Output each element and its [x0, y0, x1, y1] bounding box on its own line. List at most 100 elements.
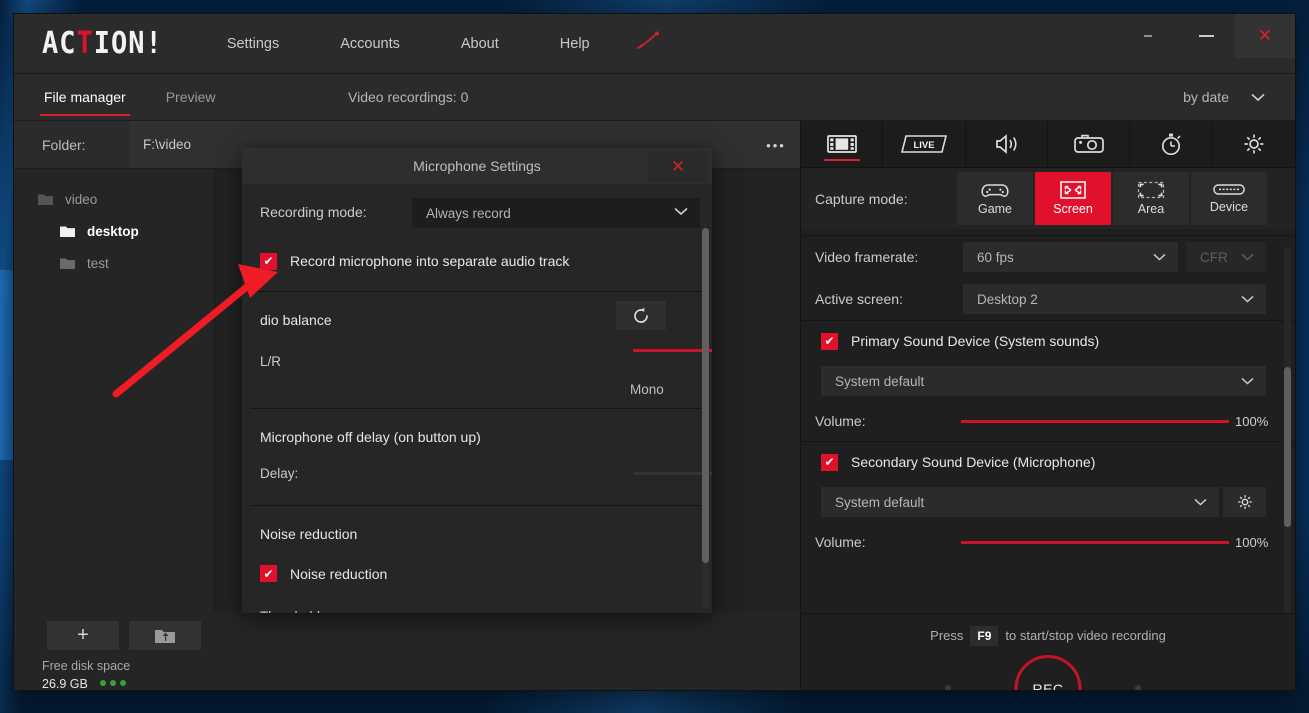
device-icon: [1213, 184, 1245, 195]
tab-file-manager[interactable]: File manager: [40, 85, 130, 116]
record-area: Press F9 to start/stop video recording REC: [801, 613, 1295, 690]
active-screen-select[interactable]: Desktop 2: [963, 284, 1266, 314]
noise-reduction-section: Noise reduction ✔ Noise reduction Thresh…: [242, 506, 712, 613]
gear-icon: [1244, 134, 1264, 154]
separate-track-label: Record microphone into separate audio tr…: [290, 253, 570, 269]
lr-balance-slider[interactable]: [633, 349, 712, 352]
scrollbar-thumb[interactable]: [1284, 367, 1291, 527]
live-icon: LIVE: [900, 135, 947, 153]
sort-order-value: by date: [1183, 89, 1229, 105]
sort-order-select[interactable]: by date: [1183, 89, 1265, 105]
primary-sound-device-row[interactable]: ✔ Primary Sound Device (System sounds): [801, 321, 1295, 361]
secondary-volume-slider[interactable]: [961, 541, 1229, 544]
capture-mode-device[interactable]: Device: [1191, 172, 1267, 225]
microphone-settings-button[interactable]: [1223, 487, 1266, 517]
stopwatch-icon: [1161, 133, 1181, 156]
secondary-volume-label: Volume:: [815, 534, 866, 550]
tab-settings[interactable]: [1213, 121, 1295, 167]
tab-audio[interactable]: [966, 121, 1048, 167]
dialog-body: Recording mode: Always record ✔ Record m…: [242, 184, 712, 613]
camera-icon: [1073, 134, 1104, 153]
primary-sound-device-select[interactable]: System default: [821, 366, 1266, 396]
capture-settings-scrollbar[interactable]: [1284, 247, 1291, 641]
noise-reduction-checkbox[interactable]: ✔: [260, 565, 277, 582]
chevron-down-icon: [1153, 249, 1166, 264]
restore-button[interactable]: [1119, 14, 1177, 58]
primary-volume-slider[interactable]: [961, 420, 1229, 423]
tree-item-desktop[interactable]: desktop: [14, 215, 214, 247]
menu-item-accounts[interactable]: Accounts: [340, 30, 400, 58]
logo-part-accent: T: [76, 26, 94, 61]
tab-benchmark[interactable]: [1130, 121, 1213, 167]
separate-track-row[interactable]: ✔ Record microphone into separate audio …: [242, 240, 712, 282]
minimize-icon: [1198, 35, 1214, 37]
record-button[interactable]: REC: [1014, 655, 1082, 690]
capture-mode-buttons: Game Screen Area Device: [957, 172, 1267, 225]
close-button[interactable]: ✕: [1235, 14, 1295, 58]
tab-live[interactable]: LIVE: [883, 121, 966, 167]
secondary-sound-device-checkbox[interactable]: ✔: [821, 453, 838, 471]
folder-label: Folder:: [42, 136, 86, 153]
noise-reduction-label: Noise reduction: [290, 565, 388, 582]
folder-more-button[interactable]: •••: [761, 133, 791, 157]
audio-balance-section: dio balance L/R Mono Stereo Mono: [242, 292, 712, 408]
hotkey-hint: Press F9 to start/stop video recording: [801, 626, 1295, 646]
folder-icon: [60, 226, 75, 237]
dashed-area-icon: [1137, 181, 1165, 199]
dialog-close-button[interactable]: ✕: [648, 151, 708, 182]
secondary-volume-value: 100%: [1235, 534, 1269, 550]
app-logo: ACTION!: [42, 28, 163, 58]
file-manager-footer: + Free disk space 26.9 GB: [14, 612, 800, 690]
tab-screenshot[interactable]: [1048, 121, 1131, 167]
active-screen-label: Active screen:: [815, 291, 903, 307]
open-folder-button[interactable]: [129, 621, 201, 650]
menu-item-about[interactable]: About: [461, 30, 499, 58]
noise-reduction-row[interactable]: ✔ Noise reduction: [260, 565, 387, 582]
secondary-sound-device-row[interactable]: ✔ Secondary Sound Device (Microphone): [801, 442, 1295, 482]
tab-preview[interactable]: Preview: [164, 85, 218, 109]
capture-mode-screen[interactable]: Screen: [1035, 172, 1111, 225]
fullscreen-arrows-icon: [1060, 181, 1086, 199]
tree-item-label: video: [65, 191, 98, 207]
capture-mode-game[interactable]: Game: [957, 172, 1033, 225]
recording-mode-value: Always record: [426, 205, 511, 221]
audio-balance-reset-button[interactable]: [616, 301, 666, 330]
framerate-select[interactable]: 60 fps: [963, 242, 1178, 272]
menu-item-settings[interactable]: Settings: [227, 30, 279, 58]
chevron-down-icon: [1241, 373, 1254, 388]
minimize-button[interactable]: [1177, 14, 1235, 58]
secondary-device-select-row: System default: [801, 482, 1295, 522]
pen-icon[interactable]: [635, 31, 661, 56]
logo-part-right: ION!: [93, 26, 163, 61]
free-disk-space-value: 26.9 GB: [42, 677, 88, 690]
scrollbar-thumb[interactable]: [702, 228, 709, 563]
recording-mode-row: Recording mode: Always record: [242, 184, 712, 240]
capture-mode-area[interactable]: Area: [1113, 172, 1189, 225]
chevron-down-icon: [1251, 93, 1265, 101]
add-folder-button[interactable]: +: [47, 621, 119, 650]
capture-mode-label-device: Device: [1209, 200, 1249, 214]
threshold-label: Threshold:: [260, 609, 324, 613]
primary-device-select-row: System default: [801, 361, 1295, 401]
hotkey-hint-suffix: to start/stop video recording: [1005, 628, 1166, 643]
tab-video[interactable]: [801, 121, 884, 167]
delay-slider[interactable]: [633, 472, 712, 475]
separate-track-checkbox[interactable]: ✔: [260, 252, 277, 270]
framerate-value: 60 fps: [977, 249, 1014, 265]
primary-volume-value: 100%: [1235, 413, 1269, 429]
secondary-sound-device-select[interactable]: System default: [821, 487, 1219, 517]
primary-sound-device-checkbox[interactable]: ✔: [821, 332, 838, 350]
record-indicator-left: [945, 685, 951, 690]
chevron-down-icon: [1194, 494, 1207, 509]
tree-item-label: desktop: [87, 223, 139, 239]
cfr-select[interactable]: CFR: [1186, 242, 1266, 272]
tree-item-test[interactable]: test: [14, 247, 214, 279]
menu-item-help[interactable]: Help: [560, 30, 590, 58]
recording-mode-select[interactable]: Always record: [412, 198, 700, 228]
dialog-scrollbar[interactable]: [702, 228, 709, 609]
reset-circular-arrow-icon: [634, 307, 648, 323]
chevron-down-icon: [1241, 291, 1254, 306]
primary-volume-slider-fill: [961, 420, 1229, 423]
capture-mode-label-game: Game: [977, 201, 1013, 216]
tree-item-video[interactable]: video: [14, 183, 214, 215]
